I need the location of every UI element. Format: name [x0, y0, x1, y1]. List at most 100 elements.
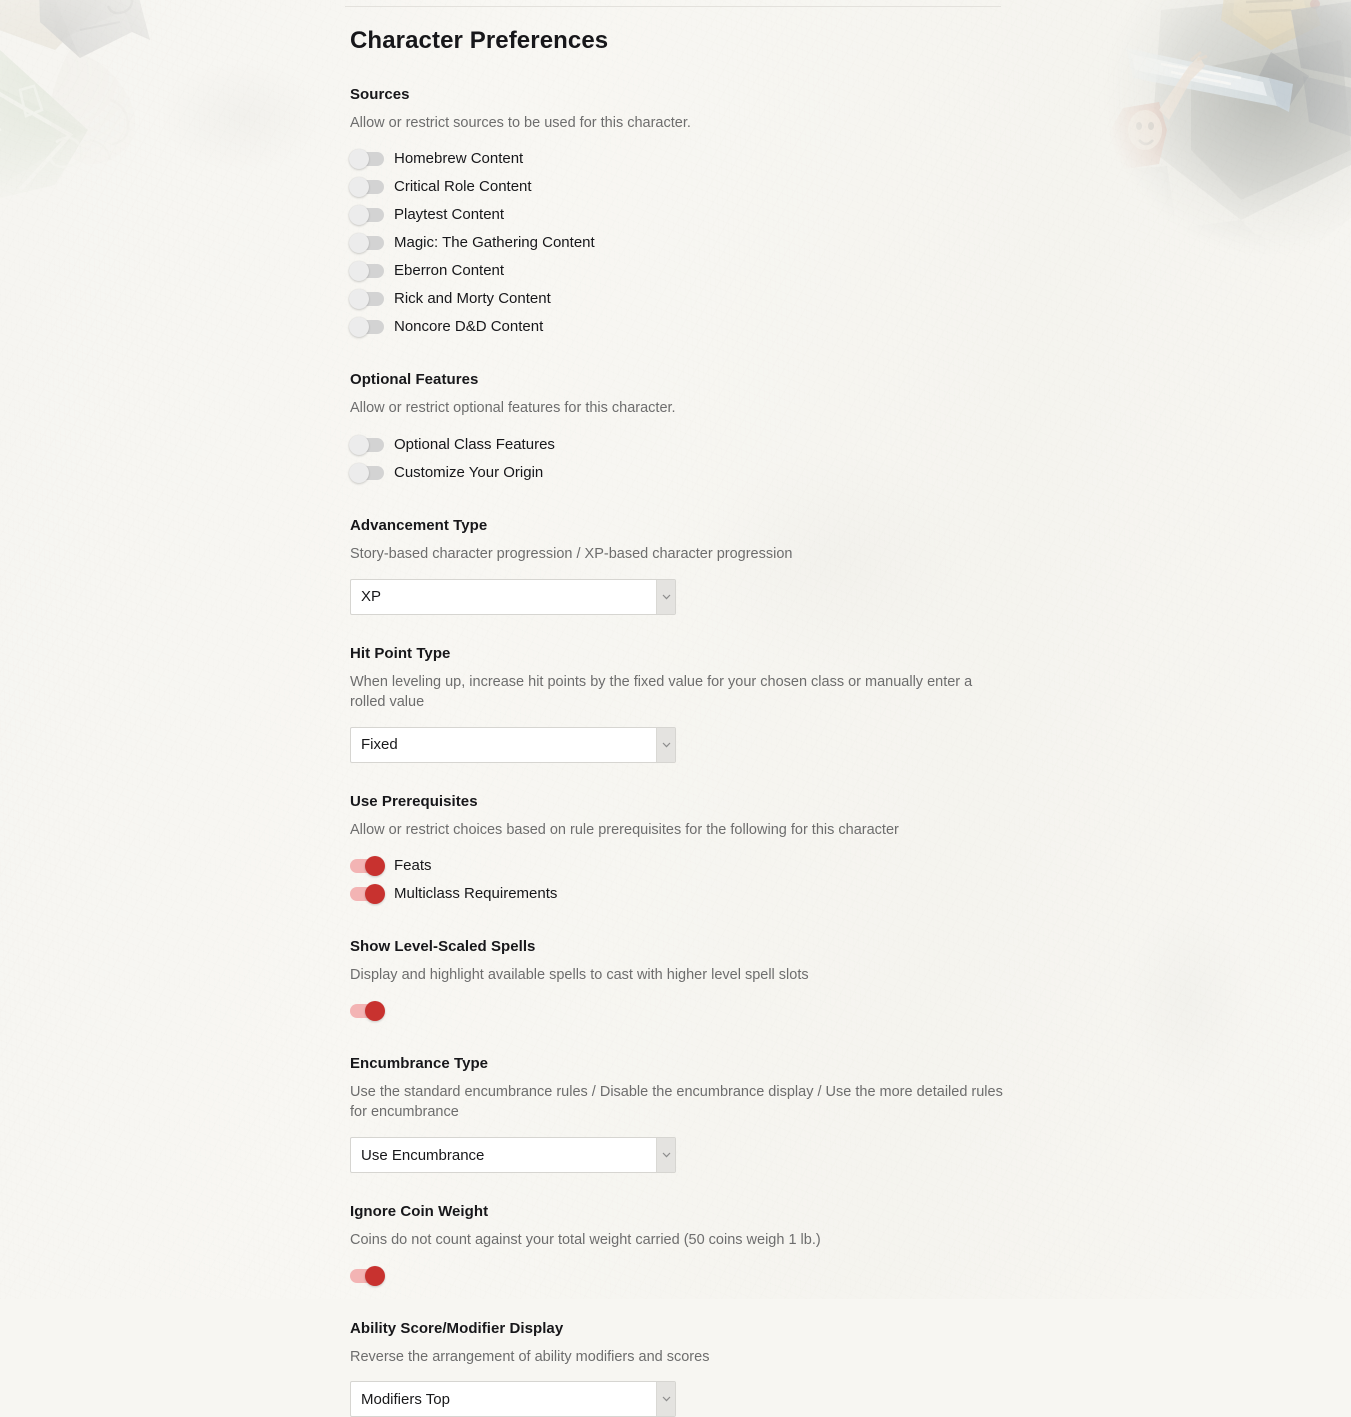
toggle-switch-on[interactable] [350, 1000, 385, 1021]
section-heading: Ability Score/Modifier Display [350, 1319, 564, 1337]
toggle-row[interactable]: Eberron Content [349, 257, 1010, 285]
toggle-label: Magic: The Gathering Content [394, 234, 595, 252]
toggle-switch-off[interactable] [349, 177, 384, 198]
section-heading: Advancement Type [350, 516, 488, 534]
dice-artwork-decoration [0, 0, 150, 198]
toggle-label: Homebrew Content [394, 150, 524, 168]
toggle-row[interactable]: Playtest Content [349, 201, 1010, 229]
toggle-switch-off[interactable] [349, 317, 384, 338]
toggle-list: Homebrew Content Critical Role Content Pla… [349, 145, 1010, 341]
chevron-down-icon[interactable] [656, 1382, 675, 1417]
toggle-row[interactable] [350, 997, 1010, 1025]
section-encumbrance-type: Encumbrance Type Use the standard encumbr… [350, 1055, 1010, 1173]
toggle-switch-off[interactable] [349, 205, 384, 226]
toggle-list: Feats Multiclass Requirements [350, 852, 1010, 908]
toggle-row[interactable]: Multiclass Requirements [350, 880, 1010, 908]
section-ability-score-modifier-display: Ability Score/Modifier Display Reverse th… [350, 1320, 1010, 1417]
select-value: XP [361, 589, 382, 605]
toggle-row[interactable]: Magic: The Gathering Content [349, 229, 1010, 257]
section-advancement-type: Advancement Type Story-based character pr… [350, 517, 1010, 615]
select-ability-score-modifier-display[interactable]: Modifiers Top [350, 1381, 676, 1417]
select-advancement-type[interactable]: XP [350, 578, 676, 615]
toggle-row[interactable]: Feats [350, 852, 1010, 880]
section-description: Use the standard encumbrance rules / Dis… [350, 1083, 1003, 1121]
toggle-row[interactable]: Homebrew Content [349, 145, 1010, 173]
section-hit-point-type: Hit Point Type When leveling up, increase… [350, 645, 1010, 763]
section-heading: Show Level-Scaled Spells [350, 938, 536, 956]
toggle-knob [349, 233, 369, 254]
section-optional-features: Optional Features Allow or restrict optio… [349, 371, 1010, 487]
toggle-label: Customize Your Origin [394, 463, 544, 481]
toggle-label: Eberron Content [394, 262, 505, 280]
select-encumbrance-type[interactable]: Use Encumbrance [350, 1137, 676, 1173]
section-description: Reverse the arrangement of ability modif… [350, 1348, 710, 1365]
section-description: Allow or restrict choices based on rule … [350, 821, 899, 838]
toggle-switch-off[interactable] [349, 434, 384, 455]
select-value: Fixed [361, 737, 398, 753]
toggle-row[interactable] [350, 1262, 1010, 1290]
select-box[interactable]: Use Encumbrance [350, 1137, 676, 1173]
toggle-switch-on[interactable] [350, 884, 385, 905]
page-title: Character Preferences [350, 27, 609, 54]
toggle-knob [349, 177, 369, 198]
toggle-row[interactable]: Rick and Morty Content [349, 285, 1010, 313]
select-box[interactable]: XP [350, 578, 676, 615]
toggle-row[interactable]: Optional Class Features [349, 431, 1010, 459]
chevron-down-icon[interactable] [656, 579, 675, 614]
toggle-knob [349, 462, 369, 483]
toggle-row[interactable]: Customize Your Origin [349, 459, 1010, 487]
select-value: Modifiers Top [361, 1391, 450, 1407]
toggle-list [350, 1262, 1010, 1290]
section-description: Coins do not count against your total we… [350, 1232, 821, 1248]
toggle-switch-off[interactable] [349, 149, 384, 170]
section-heading: Use Prerequisites [350, 792, 478, 810]
section-heading: Sources [350, 85, 410, 103]
toggle-label: Optional Class Features [394, 435, 555, 453]
toggle-label: Critical Role Content [394, 178, 532, 196]
preferences-sections: Sources Allow or restrict sources to be u… [349, 85, 1010, 1417]
toggle-row[interactable]: Critical Role Content [349, 173, 1010, 201]
toggle-knob [349, 289, 369, 310]
toggle-label: Rick and Morty Content [394, 290, 551, 308]
toggle-label: Multiclass Requirements [394, 885, 558, 903]
section-heading: Hit Point Type [350, 644, 451, 662]
toggle-knob [365, 1265, 385, 1286]
fantasy-scene-artwork-decoration [1081, 0, 1351, 300]
section-heading: Optional Features [350, 371, 479, 389]
toggle-switch-on[interactable] [350, 1265, 385, 1286]
select-box[interactable]: Fixed [350, 726, 676, 763]
toggle-label: Noncore D&D Content [394, 318, 544, 336]
toggle-list [350, 997, 1010, 1025]
chevron-down-icon[interactable] [656, 1138, 675, 1172]
section-description: Story-based character progression / XP-b… [350, 545, 793, 562]
toggle-switch-off[interactable] [349, 462, 384, 483]
toggle-knob [365, 884, 385, 905]
select-hit-point-type[interactable]: Fixed [350, 726, 676, 763]
select-value: Use Encumbrance [361, 1147, 485, 1163]
section-description: Display and highlight available spells t… [350, 967, 809, 984]
toggle-knob [349, 149, 369, 170]
select-box[interactable]: Modifiers Top [350, 1381, 676, 1417]
toggle-list: Optional Class Features Customize Your Or… [349, 431, 1010, 487]
chevron-down-icon[interactable] [656, 727, 675, 762]
section-heading: Encumbrance Type [350, 1054, 489, 1072]
toggle-switch-on[interactable] [350, 856, 385, 877]
toggle-label: Feats [394, 857, 432, 875]
section-sources: Sources Allow or restrict sources to be u… [349, 85, 1010, 342]
section-show-level-scaled-spells: Show Level-Scaled Spells Display and high… [350, 938, 1010, 1025]
section-heading: Ignore Coin Weight [350, 1203, 489, 1220]
toggle-knob [349, 317, 369, 338]
toggle-knob [365, 856, 385, 877]
section-use-prerequisites: Use Prerequisites Allow or restrict choic… [350, 793, 1010, 909]
toggle-knob [349, 434, 369, 455]
toggle-row[interactable]: Noncore D&D Content [349, 313, 1010, 341]
section-description: When leveling up, increase hit points by… [350, 673, 973, 711]
section-description: Allow or restrict sources to be used for… [350, 114, 691, 131]
toggle-switch-off[interactable] [349, 289, 384, 310]
toggle-switch-off[interactable] [349, 261, 384, 282]
toggle-knob [349, 205, 369, 226]
toggle-switch-off[interactable] [349, 233, 384, 254]
toggle-knob [365, 1000, 385, 1021]
section-description: Allow or restrict optional features for … [350, 400, 676, 417]
section-ignore-coin-weight: Ignore Coin Weight Coins do not count aga… [350, 1203, 1010, 1290]
